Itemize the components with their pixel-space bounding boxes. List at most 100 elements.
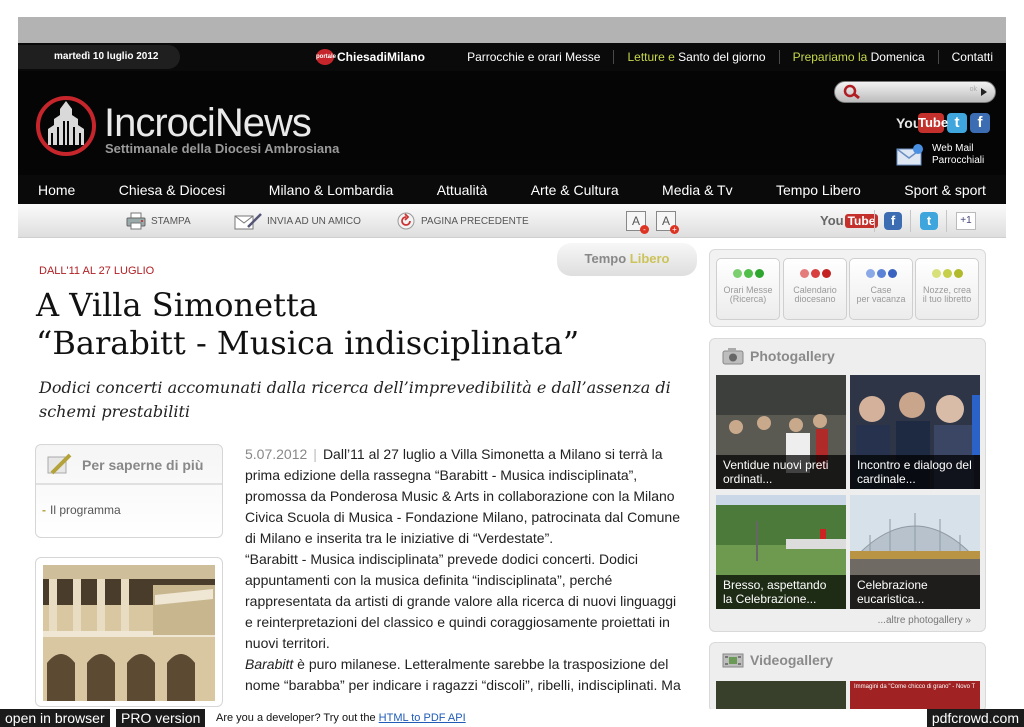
shortcut-calendario[interactable]: Calendario diocesano <box>783 258 847 320</box>
toolbar-separator <box>910 210 911 232</box>
gallery-item[interactable]: Incontro e dialogo del cardinale... <box>850 375 980 489</box>
nav-arte-cultura[interactable]: Arte & Cultura <box>531 182 619 198</box>
site-subtitle: Settimanale della Diocesi Ambrosiana <box>105 141 340 156</box>
gallery-caption: Ventidue nuovi preti ordinati... <box>716 455 846 489</box>
more-photogallery-link[interactable]: ...altre photogallery » <box>878 615 971 626</box>
dots-icon <box>916 269 978 278</box>
html-to-pdf-link[interactable]: HTML to PDF API <box>379 712 466 724</box>
plus-icon: + <box>670 225 679 234</box>
related-box-header: Per saperne di più <box>36 445 222 485</box>
gallery-caption: Bresso, aspettando la Celebrazione... <box>716 575 846 609</box>
previous-page-label: PAGINA PRECEDENTE <box>421 215 529 227</box>
top-link-parrocchie[interactable]: Parrocchie e orari Messe <box>454 50 613 64</box>
top-link-contatti[interactable]: Contatti <box>937 50 1006 64</box>
toolbar-facebook-icon[interactable]: f <box>884 212 902 230</box>
dots-icon <box>784 269 846 278</box>
site-title[interactable]: IncrociNews <box>104 101 312 145</box>
search-go-icon[interactable] <box>981 88 987 96</box>
top-bar: martedì 10 luglio 2012 portale ChiesadiM… <box>18 43 1006 71</box>
open-in-browser-button[interactable]: open in browser <box>0 709 110 727</box>
back-arrow-icon <box>397 212 415 230</box>
webmail-link[interactable]: Web Mail Parrocchiali <box>896 141 988 169</box>
portal-logo-icon: portale <box>316 49 336 65</box>
film-icon <box>722 653 744 668</box>
print-button[interactable]: STAMPA <box>126 212 191 230</box>
dots-icon <box>717 269 779 278</box>
article-toolbar: STAMPA INVIA AD UN AMICO PAGINA PRECEDEN… <box>18 204 1006 238</box>
nav-chiesa-diocesi[interactable]: Chiesa & Diocesi <box>119 182 226 198</box>
video-thumb-text: Immagini da "Come chicco di grano" - Nov… <box>854 684 976 690</box>
toolbar-twitter-icon[interactable]: t <box>920 212 938 230</box>
article-paragraph-2: “Barabitt - Musica indisciplinata” preve… <box>245 551 677 651</box>
article-photo[interactable] <box>35 557 223 707</box>
webmail-label: Web Mail <box>932 143 974 154</box>
pencil-icon <box>47 453 72 475</box>
nav-tempo-libero[interactable]: Tempo Libero <box>776 182 861 198</box>
nav-attualita[interactable]: Attualità <box>437 182 488 198</box>
portal-name: ChiesadiMilano <box>337 50 426 64</box>
header-social: You Tube t f <box>896 113 990 133</box>
send-friend-label: INVIA AD UN AMICO <box>267 215 361 227</box>
nav-milano-lombardia[interactable]: Milano & Lombardia <box>269 182 394 198</box>
pro-version-button[interactable]: PRO version <box>116 709 206 727</box>
shortcut-orari-messe[interactable]: Orari Messe (Ricerca) <box>716 258 780 320</box>
search-icon <box>843 84 860 100</box>
current-date: martedì 10 luglio 2012 <box>18 45 180 69</box>
shortcut-case-vacanza[interactable]: Case per vacanza <box>849 258 913 320</box>
font-decrease-button[interactable]: A- <box>626 211 649 234</box>
incroci-logo-icon[interactable] <box>36 95 96 157</box>
article-body: 5.07.2012 | Dall’11 al 27 luglio a Villa S… <box>245 444 685 696</box>
top-link-domenica[interactable]: Prepariamo la Domenica <box>778 50 938 64</box>
mail-pencil-icon <box>234 213 262 230</box>
nav-media-tv[interactable]: Media & Tv <box>662 182 733 198</box>
twitter-icon[interactable]: t <box>947 113 967 133</box>
article-title: A Villa Simonetta “Barabitt - Musica ind… <box>36 286 580 362</box>
main-nav: Home Chiesa & Diocesi Milano & Lombardia… <box>18 175 1006 204</box>
youtube-icon[interactable]: You Tube <box>896 113 948 133</box>
related-box: Per saperne di più - Il programma <box>35 444 223 538</box>
video-item[interactable]: Immagini da "Come chicco di grano" - Nov… <box>850 681 980 711</box>
gallery-item[interactable]: Bresso, aspettando la Celebrazione... <box>716 495 846 609</box>
minus-icon: - <box>640 225 649 234</box>
gallery-item[interactable]: Celebrazione eucaristica... <box>850 495 980 609</box>
search-input[interactable]: ok <box>834 81 996 103</box>
article-paragraph-3: è puro milanese. Letteralmente sarebbe l… <box>245 656 681 693</box>
toolbar-separator <box>874 210 875 232</box>
nav-sport[interactable]: Sport & sport <box>904 182 986 198</box>
top-link-letture[interactable]: Letture e Santo del giorno <box>613 50 778 64</box>
article-date: 5.07.2012 <box>245 446 308 462</box>
pdf-footer: open in browser PRO version Are you a de… <box>0 709 1024 727</box>
top-nav: Parrocchie e orari Messe Letture e Santo… <box>454 43 1006 71</box>
article-kicker: DALL'11 AL 27 LUGLIO <box>39 265 155 277</box>
videogallery-header: Videogallery <box>722 651 833 669</box>
related-link-programma[interactable]: - Il programma <box>42 503 121 517</box>
service-shortcuts: Orari Messe (Ricerca) Calendario diocesano… <box>709 249 986 327</box>
shortcut-nozze[interactable]: Nozze, crea il tuo libretto <box>915 258 979 320</box>
camera-icon <box>722 348 744 365</box>
videogallery: Videogallery Immagini da "Come chicco di… <box>709 642 986 712</box>
toolbar-youtube-icon[interactable]: You Tube <box>820 213 879 228</box>
villa-image <box>43 565 215 701</box>
video-item[interactable] <box>716 681 846 711</box>
nav-home[interactable]: Home <box>38 182 75 198</box>
previous-page-button[interactable]: PAGINA PRECEDENTE <box>396 212 529 230</box>
print-label: STAMPA <box>151 215 191 227</box>
pdfcrowd-brand[interactable]: pdfcrowd.com <box>926 709 1024 727</box>
article-subtitle: Dodici concerti accomunati dalla ricerca… <box>39 378 671 421</box>
dots-icon <box>850 269 912 278</box>
facebook-icon[interactable]: f <box>970 113 990 133</box>
search-go-label: ok <box>969 86 977 93</box>
gallery-item[interactable]: Ventidue nuovi preti ordinati... <box>716 375 846 489</box>
gallery-caption: Celebrazione eucaristica... <box>850 575 980 609</box>
font-increase-button[interactable]: A + <box>656 211 679 234</box>
printer-icon <box>126 212 146 230</box>
related-box-title: Per saperne di più <box>82 457 204 473</box>
google-plus-icon[interactable]: +1 <box>956 212 976 230</box>
section-tab[interactable]: Tempo Libero <box>557 243 697 276</box>
webmail-label-2: Parrocchiali <box>932 155 985 166</box>
portal-link[interactable]: portale ChiesadiMilano <box>316 49 425 65</box>
gallery-caption: Incontro e dialogo del cardinale... <box>850 455 980 489</box>
photogallery: Photogallery Ventidue nuovi preti ordina… <box>709 338 986 632</box>
send-friend-button[interactable]: INVIA AD UN AMICO <box>234 212 361 230</box>
page: martedì 10 luglio 2012 portale ChiesadiM… <box>0 0 1024 727</box>
